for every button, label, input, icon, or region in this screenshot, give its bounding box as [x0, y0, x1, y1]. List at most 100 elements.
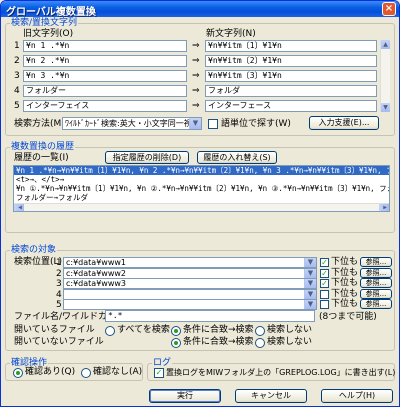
history-list[interactable]: ¥n 1 .*¥n→¥n¥¥itm〔1〕¥1¥n, ¥n 2 .*¥n→¥n¥¥…: [13, 165, 390, 212]
new-string-input[interactable]: ¥n¥¥itm〔2〕¥1¥n: [205, 55, 377, 67]
search-location-value: c:¥data¥www2: [66, 268, 127, 278]
history-list-label: 履歴の一覧(I): [14, 153, 69, 163]
chevron-down-icon: ▼: [189, 118, 201, 129]
scroll-down-icon[interactable]: ▼: [381, 103, 390, 112]
subfolder-checkbox[interactable]: ✓: [320, 258, 329, 267]
history-group-title: 複数置換の履歴: [10, 142, 76, 152]
browse-button[interactable]: 参照...: [360, 299, 392, 309]
closed-files-none-radio[interactable]: [255, 338, 265, 348]
grep-replace-dialog: グローバル複数置換 × 検索/置換文字列 旧文字列(O) 新文字列(N) 1 ¥n…: [0, 0, 400, 407]
old-string-input[interactable]: ¥n 3 .*¥n: [23, 70, 187, 82]
right-arrow-icon: ⇒: [192, 71, 200, 81]
log-checkbox-label: 置換ログをMIWフォルダ上の「GREPLOG.LOG」に書き出す(L): [166, 368, 396, 377]
open-files-none-radio[interactable]: [255, 326, 265, 336]
chevron-down-icon: ▼: [304, 268, 316, 278]
new-string-input[interactable]: ¥n¥¥itm〔3〕¥1¥n: [205, 70, 377, 82]
history-item[interactable]: ¥n ①.*¥n→¥n¥¥itm〔1〕¥1¥n, ¥n ②.*¥n→¥n¥¥it…: [14, 184, 389, 193]
old-string-input[interactable]: ¥n 2 .*¥n: [23, 55, 187, 67]
word-unit-checkbox[interactable]: [208, 119, 218, 129]
run-button[interactable]: 実行: [149, 389, 221, 403]
new-string-input[interactable]: ¥n¥¥itm〔1〕¥1¥n: [205, 40, 377, 52]
search-target-group-title: 検索の対象: [10, 245, 58, 255]
old-string-input[interactable]: フォルダー: [23, 85, 187, 97]
row-number: 3: [14, 71, 20, 81]
delete-history-button[interactable]: 指定履歴の削除(D): [105, 151, 189, 164]
right-arrow-icon: ⇒: [192, 86, 200, 96]
chevron-down-icon: ▼: [304, 300, 316, 309]
browse-button[interactable]: 参照...: [360, 288, 392, 299]
browse-button[interactable]: 参照...: [360, 257, 392, 267]
window-title: グローバル複数置換: [6, 7, 96, 18]
location-number: 5: [56, 300, 62, 310]
subfolder-checkbox[interactable]: [320, 289, 329, 299]
row-number: 2: [14, 56, 20, 66]
subfolder-label: 下位も: [331, 278, 359, 288]
search-method-select[interactable]: ﾜｲﾙﾄﾞｶｰﾄﾞ検索:英大・小文字同一視 ▼: [62, 117, 202, 130]
search-location-select[interactable]: c:¥data¥www2 ▼: [63, 267, 317, 279]
subfolder-checkbox[interactable]: ✓: [320, 279, 329, 288]
closed-files-match-radio[interactable]: [171, 338, 181, 348]
location-number: 1: [56, 258, 62, 268]
subfolder-checkbox[interactable]: ✓: [320, 268, 329, 278]
new-string-input[interactable]: フォルダ: [205, 85, 377, 97]
close-button[interactable]: ×: [382, 2, 396, 16]
filename-input[interactable]: *.*: [105, 310, 315, 322]
subfolder-checkbox[interactable]: [320, 300, 329, 309]
old-string-input[interactable]: インターフェイス: [23, 100, 187, 112]
search-location-select[interactable]: ▼: [63, 299, 317, 310]
scroll-up-icon[interactable]: ▲: [381, 40, 390, 49]
search-location-select[interactable]: c:¥data¥www1 ▼: [63, 257, 317, 268]
browse-button[interactable]: 参照...: [360, 267, 392, 278]
location-number: 3: [56, 279, 62, 289]
search-location-select[interactable]: c:¥data¥www3 ▼: [63, 278, 317, 289]
subfolder-label: 下位も: [331, 267, 359, 278]
open-files-match-label: 条件に合致→検索: [183, 325, 254, 335]
cancel-button[interactable]: キャンセル: [235, 389, 307, 403]
subfolder-label: 下位も: [331, 299, 359, 309]
closed-files-label: 開いていないファイル: [14, 337, 104, 347]
closed-files-none-label: 検索しない: [267, 337, 313, 347]
row-number: 1: [14, 41, 20, 51]
search-location-value: c:¥data¥www1: [66, 258, 127, 267]
new-string-input[interactable]: インターフェース: [205, 100, 377, 112]
subfolder-label: 下位も: [331, 288, 359, 299]
filename-hint: (8つまで可能): [319, 312, 377, 322]
right-arrow-icon: ⇒: [192, 56, 200, 66]
right-arrow-icon: ⇒: [192, 41, 200, 51]
confirm-yes-label: 確認あり(Q): [25, 367, 76, 377]
history-item[interactable]: <t>→、</t>→: [14, 175, 389, 184]
subfolder-label: 下位も: [331, 257, 359, 267]
new-string-header: 新文字列(N): [206, 29, 256, 39]
location-number: 2: [56, 268, 62, 279]
old-string-header: 旧文字列(O): [23, 29, 74, 39]
swap-history-button[interactable]: 履歴の入れ替え(S): [197, 151, 277, 164]
help-button[interactable]: ヘルプ(H): [321, 389, 393, 403]
location-number: 4: [56, 289, 62, 300]
log-checkbox[interactable]: ✓: [154, 368, 164, 378]
word-unit-label: 語単位で探す(W): [221, 119, 291, 129]
old-string-input[interactable]: ¥n 1 .*¥n: [23, 40, 187, 52]
confirm-no-radio[interactable]: [81, 368, 91, 378]
history-item[interactable]: ¥n 1 .*¥n→¥n¥¥itm〔1〕¥1¥n, ¥n 2 .*¥n→¥n¥¥…: [14, 166, 389, 175]
scroll-right-icon[interactable]: ▶: [379, 204, 389, 211]
history-hscrollbar[interactable]: ◀ ▶: [14, 203, 389, 211]
chevron-down-icon: ▼: [304, 289, 316, 299]
history-item[interactable]: フォルダー→フォルダ: [14, 193, 389, 202]
row-number: 4: [14, 86, 20, 96]
title-bar: グローバル複数置換 ×: [1, 1, 399, 18]
search-replace-scrollbar[interactable]: ▲ ▼: [380, 40, 390, 112]
scroll-left-icon[interactable]: ◀: [14, 204, 24, 211]
search-method-value: ﾜｲﾙﾄﾞｶｰﾄﾞ検索:英大・小文字同一視: [65, 119, 192, 128]
browse-button[interactable]: 参照...: [360, 278, 392, 288]
confirm-yes-radio[interactable]: [13, 368, 23, 378]
open-files-match-radio[interactable]: [171, 326, 181, 336]
search-location-value: c:¥data¥www3: [66, 279, 127, 288]
input-assist-button[interactable]: 入力支援(E)...: [309, 116, 379, 130]
open-files-none-label: 検索しない: [267, 325, 313, 335]
open-files-label: 開いているファイル: [14, 325, 95, 335]
chevron-down-icon: ▼: [304, 279, 316, 288]
search-replace-group-title: 検索/置換文字列: [10, 18, 79, 28]
open-files-all-radio[interactable]: [105, 326, 115, 336]
search-location-select[interactable]: ▼: [63, 288, 317, 300]
right-arrow-icon: ⇒: [192, 101, 200, 111]
